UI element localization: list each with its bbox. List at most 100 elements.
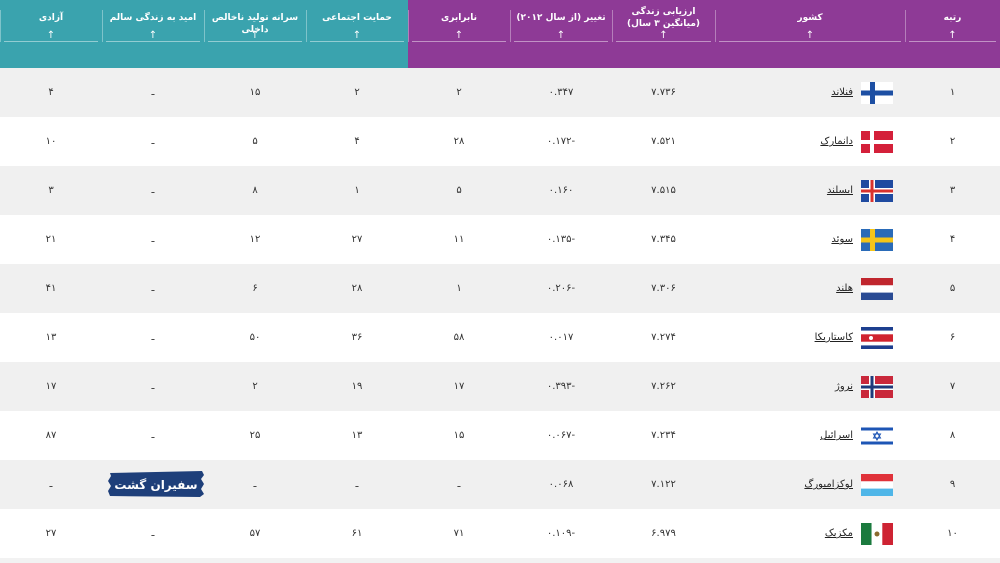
header-gdp[interactable]: سرانه تولید ناخالص داخلی ↑ bbox=[204, 0, 306, 68]
sort-arrow-icon[interactable]: ↑ bbox=[715, 30, 905, 41]
header-equality[interactable]: نابرابری ↑ bbox=[408, 0, 510, 68]
iceland-flag-icon bbox=[861, 180, 893, 202]
freedom-cell: ـ bbox=[49, 479, 53, 490]
change-cell: -۰.۰۶۷ bbox=[546, 430, 576, 441]
table-row: ۶ ۷.۲۷۴ ۰.۰۱۷ ۵۸ ۳۶ ۵۰ ـ ۱۳ کاستاریکا bbox=[0, 313, 1000, 362]
costa-rica-flag-icon bbox=[861, 327, 893, 349]
country-link[interactable]: اسرائیل bbox=[733, 411, 853, 460]
gdp-cell: ۵۷ bbox=[249, 528, 261, 539]
header-country-label: کشور bbox=[797, 13, 823, 23]
gdp-cell: ۵۰ bbox=[249, 332, 261, 343]
score-cell: ۷.۲۳۴ bbox=[651, 430, 676, 441]
header-life-label: امید به زندگی سالم bbox=[109, 13, 197, 23]
freedom-cell: ۸۷ bbox=[45, 430, 57, 441]
gdp-cell: ۱۵ bbox=[249, 87, 261, 98]
social-support-cell: ۳۶ bbox=[351, 332, 363, 343]
social-support-cell: ۲۷ bbox=[351, 234, 363, 245]
header-freedom-label: آزادی bbox=[38, 13, 64, 23]
life-expectancy-cell: ـ bbox=[151, 87, 155, 98]
header-score-label: ارزیابی زندگی (میانگین ۳ سال) bbox=[626, 7, 701, 29]
country-link[interactable]: لوکزامبورگ bbox=[733, 460, 853, 509]
table-row: ۵ ۷.۳۰۶ -۰.۲۰۶ ۱ ۲۸ ۶ ـ ۴۱ هلند bbox=[0, 264, 1000, 313]
change-cell: ۰.۱۶۰ bbox=[548, 185, 574, 196]
social-support-cell: ۱۳ bbox=[351, 430, 363, 441]
life-expectancy-cell: ـ bbox=[151, 185, 155, 196]
country-link[interactable]: مکزیک bbox=[733, 509, 853, 558]
gdp-cell: ۲۵ bbox=[249, 430, 261, 441]
header-score[interactable]: ارزیابی زندگی (میانگین ۳ سال) ↑ bbox=[612, 0, 715, 68]
country-link[interactable]: ایسلند bbox=[733, 166, 853, 215]
table-row: ۴ ۷.۳۴۵ -۰.۱۳۵ ۱۱ ۲۷ ۱۲ ـ ۲۱ سوئد bbox=[0, 215, 1000, 264]
country-link[interactable]: کاستاریکا bbox=[733, 313, 853, 362]
country-link[interactable]: نروژ bbox=[733, 362, 853, 411]
sort-arrow-icon[interactable]: ↑ bbox=[102, 30, 204, 41]
equality-cell: ۵ bbox=[456, 185, 462, 196]
table-row: ۸ ۷.۲۳۴ -۰.۰۶۷ ۱۵ ۱۳ ۲۵ ـ ۸۷ اسرائیل bbox=[0, 411, 1000, 460]
header-change-label: تغییر (از سال ۲۰۱۲) bbox=[516, 13, 606, 23]
freedom-cell: ۱۳ bbox=[45, 332, 57, 343]
country-link[interactable]: سوئد bbox=[733, 215, 853, 264]
life-expectancy-cell: ـ bbox=[151, 528, 155, 539]
change-cell: ۰.۰۶۸ bbox=[548, 479, 574, 490]
sort-arrow-icon[interactable]: ↑ bbox=[612, 30, 715, 41]
score-cell: ۷.۵۱۵ bbox=[651, 185, 676, 196]
watermark-text: سفیران گشت bbox=[114, 478, 197, 492]
life-expectancy-cell: ـ bbox=[151, 381, 155, 392]
sweden-flag-icon bbox=[861, 229, 893, 251]
change-cell: ۰.۳۴۷ bbox=[548, 87, 574, 98]
score-cell: ۶.۹۷۹ bbox=[651, 528, 676, 539]
israel-flag-icon bbox=[861, 425, 893, 447]
rank-cell: ۶ bbox=[949, 332, 956, 343]
country-link[interactable]: هلند bbox=[733, 264, 853, 313]
header-rank[interactable]: رتبه ↑ bbox=[905, 0, 1000, 68]
country-link[interactable]: فنلاند bbox=[733, 68, 853, 117]
rank-cell: ۷ bbox=[949, 381, 956, 392]
header-life-expectancy[interactable]: امید به زندگی سالم ↑ bbox=[102, 0, 204, 68]
country-link[interactable]: دانمارک bbox=[733, 117, 853, 166]
score-cell: ۷.۳۰۶ bbox=[651, 283, 676, 294]
header-country[interactable]: کشور ↑ bbox=[715, 0, 905, 68]
header-freedom[interactable]: آزادی ↑ bbox=[0, 0, 102, 68]
header-change[interactable]: تغییر (از سال ۲۰۱۲) ↑ bbox=[510, 0, 612, 68]
rank-cell: ۲ bbox=[949, 136, 956, 147]
gdp-cell: ۱۲ bbox=[249, 234, 261, 245]
sort-arrow-icon[interactable]: ↑ bbox=[0, 30, 102, 41]
social-support-cell: ۱۹ bbox=[351, 381, 363, 392]
social-support-cell: ۱ bbox=[354, 185, 360, 196]
equality-cell: ۷۱ bbox=[453, 528, 465, 539]
equality-cell: ـ bbox=[457, 479, 461, 490]
freedom-cell: ۱۰ bbox=[45, 136, 57, 147]
rank-cell: ۳ bbox=[949, 185, 956, 196]
score-cell: ۷.۳۴۵ bbox=[651, 234, 676, 245]
table-row: ۲ ۷.۵۲۱ -۰.۱۷۲ ۲۸ ۴ ۵ ـ ۱۰ دانمارک bbox=[0, 117, 1000, 166]
netherlands-flag-icon bbox=[861, 278, 893, 300]
sort-arrow-icon[interactable]: ↑ bbox=[905, 30, 1000, 41]
life-expectancy-cell: ـ bbox=[151, 234, 155, 245]
equality-cell: ۱ bbox=[456, 283, 462, 294]
header-social-support[interactable]: حمایت اجتماعی ↑ bbox=[306, 0, 408, 68]
denmark-flag-icon bbox=[861, 131, 893, 153]
sort-arrow-icon[interactable]: ↑ bbox=[306, 30, 408, 41]
rank-cell: ۴ bbox=[949, 234, 956, 245]
rank-cell: ۸ bbox=[949, 430, 956, 441]
finland-flag-icon bbox=[861, 82, 893, 104]
freedom-cell: ۲۷ bbox=[45, 528, 57, 539]
score-cell: ۷.۵۲۱ bbox=[651, 136, 676, 147]
life-expectancy-cell: ـ bbox=[151, 136, 155, 147]
rank-cell: ۱۰ bbox=[947, 528, 958, 539]
social-support-cell: ـ bbox=[355, 479, 359, 490]
equality-cell: ۱۱ bbox=[453, 234, 465, 245]
sort-arrow-icon[interactable]: ↑ bbox=[510, 30, 612, 41]
gdp-cell: ۵ bbox=[252, 136, 258, 147]
gdp-cell: ۲ bbox=[252, 381, 258, 392]
equality-cell: ۱۵ bbox=[453, 430, 465, 441]
rankings-page: رتبه ↑ کشور ↑ ارزیابی زندگی (میانگین ۳ س… bbox=[0, 0, 1000, 563]
sort-arrow-icon[interactable]: ↑ bbox=[204, 30, 306, 41]
watermark-stamp: سفیران گشت bbox=[108, 471, 204, 497]
sort-arrow-icon[interactable]: ↑ bbox=[408, 30, 510, 41]
mexico-flag-icon bbox=[861, 523, 893, 545]
gdp-cell: ـ bbox=[253, 479, 257, 490]
gdp-cell: ۶ bbox=[252, 283, 258, 294]
norway-flag-icon bbox=[861, 376, 893, 398]
social-support-cell: ۴ bbox=[354, 136, 360, 147]
